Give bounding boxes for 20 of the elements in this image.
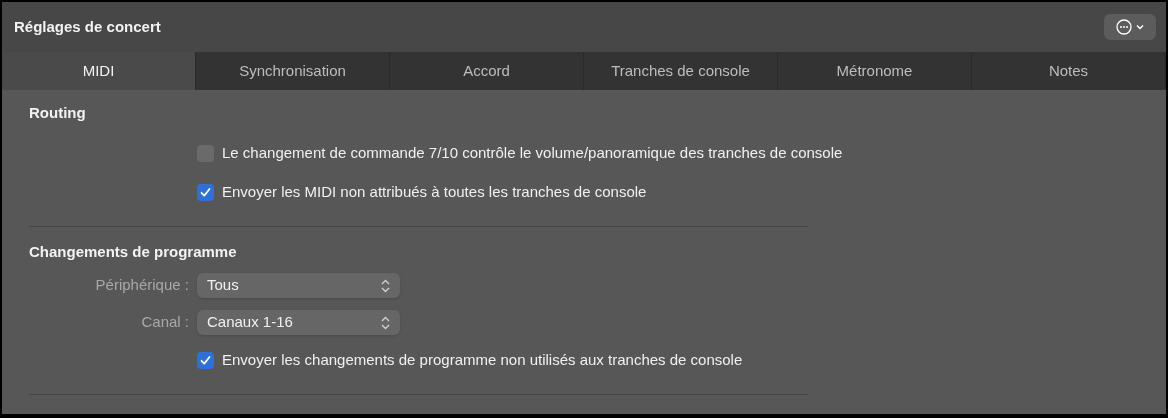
section-heading: Changements de programme [29,242,238,262]
field-label: Canal : [140,312,189,333]
checkbox[interactable] [197,184,214,201]
chevron-down-icon [1136,24,1144,30]
more-icon [1116,19,1132,35]
checkbox-label: Envoyer les MIDI non attribués à toutes les tranches de console [222,182,647,203]
popup-button[interactable]: Tous [197,273,400,298]
window-title: Réglages de concert [14,16,161,37]
checkmark-icon [200,187,211,198]
checkbox-label: Le changement de commande 7/10 contrôle le volume/panoramique des tranches de console [222,143,843,164]
popup-button[interactable]: Canaux 1-16 [197,310,400,335]
tab[interactable]: MIDI [2,52,196,90]
up-down-chevron-icon [381,315,390,330]
more-menu-button[interactable] [1104,14,1156,40]
up-down-chevron-icon [381,278,390,293]
checkmark-icon [200,355,211,366]
checkbox-label: Envoyer les changements de programme non utilisés aux tranches de console [222,350,743,371]
checkbox[interactable] [197,352,214,369]
section-heading: Routing [29,103,87,123]
field-label: Périphérique : [94,275,189,296]
